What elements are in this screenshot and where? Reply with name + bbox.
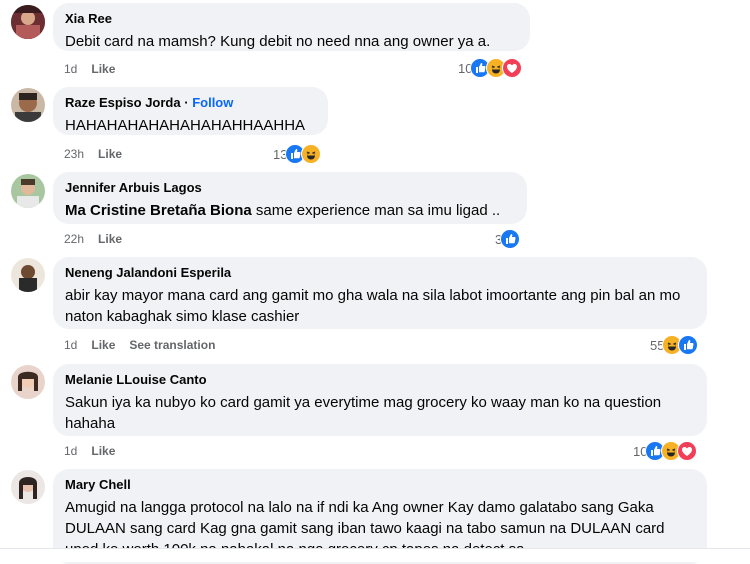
commenter-name[interactable]: Neneng Jalandoni Esperila <box>65 265 695 281</box>
commenter-name[interactable]: Mary Chell <box>65 477 695 493</box>
comment-body: same experience man sa imu ligad .. <box>251 202 501 219</box>
avatar[interactable] <box>11 5 45 39</box>
comment-text: Sakun iya ka nubyo ko card gamit ya ever… <box>65 394 662 432</box>
reaction-summary[interactable]: 3 <box>495 229 521 249</box>
reaction-summary[interactable]: 10 <box>633 441 698 461</box>
commenter-name[interactable]: Xia Ree <box>65 11 518 27</box>
comment-time[interactable]: 1d <box>64 62 77 76</box>
reaction-summary[interactable]: 13 <box>273 144 322 164</box>
comment-time[interactable]: 23h <box>64 147 84 161</box>
mention-link[interactable]: Ma Cristine Bretaña Biona <box>65 202 252 219</box>
commenter-name[interactable]: Raze Espiso Jorda <box>65 95 181 110</box>
comment-actions: 23h Like <box>64 146 136 162</box>
like-icon <box>678 335 699 355</box>
bottom-edge <box>0 548 750 562</box>
commenter-name-row: Raze Espiso Jorda · Follow <box>65 95 316 111</box>
avatar[interactable] <box>11 365 45 399</box>
see-translation-link[interactable]: See translation <box>129 338 215 352</box>
comment-bubble: Jennifer Arbuis Lagos Ma Cristine Bretañ… <box>53 172 527 224</box>
comment-actions: 22h Like <box>64 231 136 247</box>
comment-bubble: Raze Espiso Jorda · Follow HAHAHAHAHAHAH… <box>53 87 328 135</box>
comment-text: HAHAHAHAHAHAHAHAHHAAHHA <box>65 117 306 134</box>
like-button[interactable]: Like <box>98 232 122 246</box>
comment-text: Ma Cristine Bretaña Biona same experienc… <box>65 200 515 221</box>
like-button[interactable]: Like <box>98 147 122 161</box>
comment-text: abir kay mayor mana card ang gamit mo gh… <box>65 287 681 325</box>
avatar[interactable] <box>11 88 45 122</box>
commenter-name[interactable]: Jennifer Arbuis Lagos <box>65 180 515 196</box>
comment-actions: 1d Like <box>64 443 129 459</box>
comment-text: Debit card na mamsh? Kung debit no need … <box>65 33 491 50</box>
follow-button[interactable]: Follow <box>192 95 233 110</box>
comment-time[interactable]: 1d <box>64 338 77 352</box>
commenter-name[interactable]: Melanie LLouise Canto <box>65 372 695 388</box>
comment-bubble: Neneng Jalandoni Esperila abir kay mayor… <box>53 257 707 329</box>
like-button[interactable]: Like <box>91 444 115 458</box>
like-icon <box>500 229 521 249</box>
comment-actions: 1d Like <box>64 61 129 77</box>
haha-icon <box>301 144 322 164</box>
separator-dot: · <box>184 95 189 110</box>
love-icon <box>502 58 523 78</box>
like-button[interactable]: Like <box>91 62 115 76</box>
love-icon <box>677 441 698 461</box>
avatar[interactable] <box>11 258 45 292</box>
comment-time[interactable]: 1d <box>64 444 77 458</box>
comment-bubble: Xia Ree Debit card na mamsh? Kung debit … <box>53 3 530 51</box>
avatar[interactable] <box>11 174 45 208</box>
reaction-summary[interactable]: 10 <box>458 58 523 78</box>
reaction-summary[interactable]: 55 <box>650 335 699 355</box>
like-button[interactable]: Like <box>91 338 115 352</box>
comment-bubble: Melanie LLouise Canto Sakun iya ka nubyo… <box>53 364 707 436</box>
avatar[interactable] <box>11 470 45 504</box>
comment-actions: 1d Like See translation <box>64 337 229 353</box>
comment-time[interactable]: 22h <box>64 232 84 246</box>
